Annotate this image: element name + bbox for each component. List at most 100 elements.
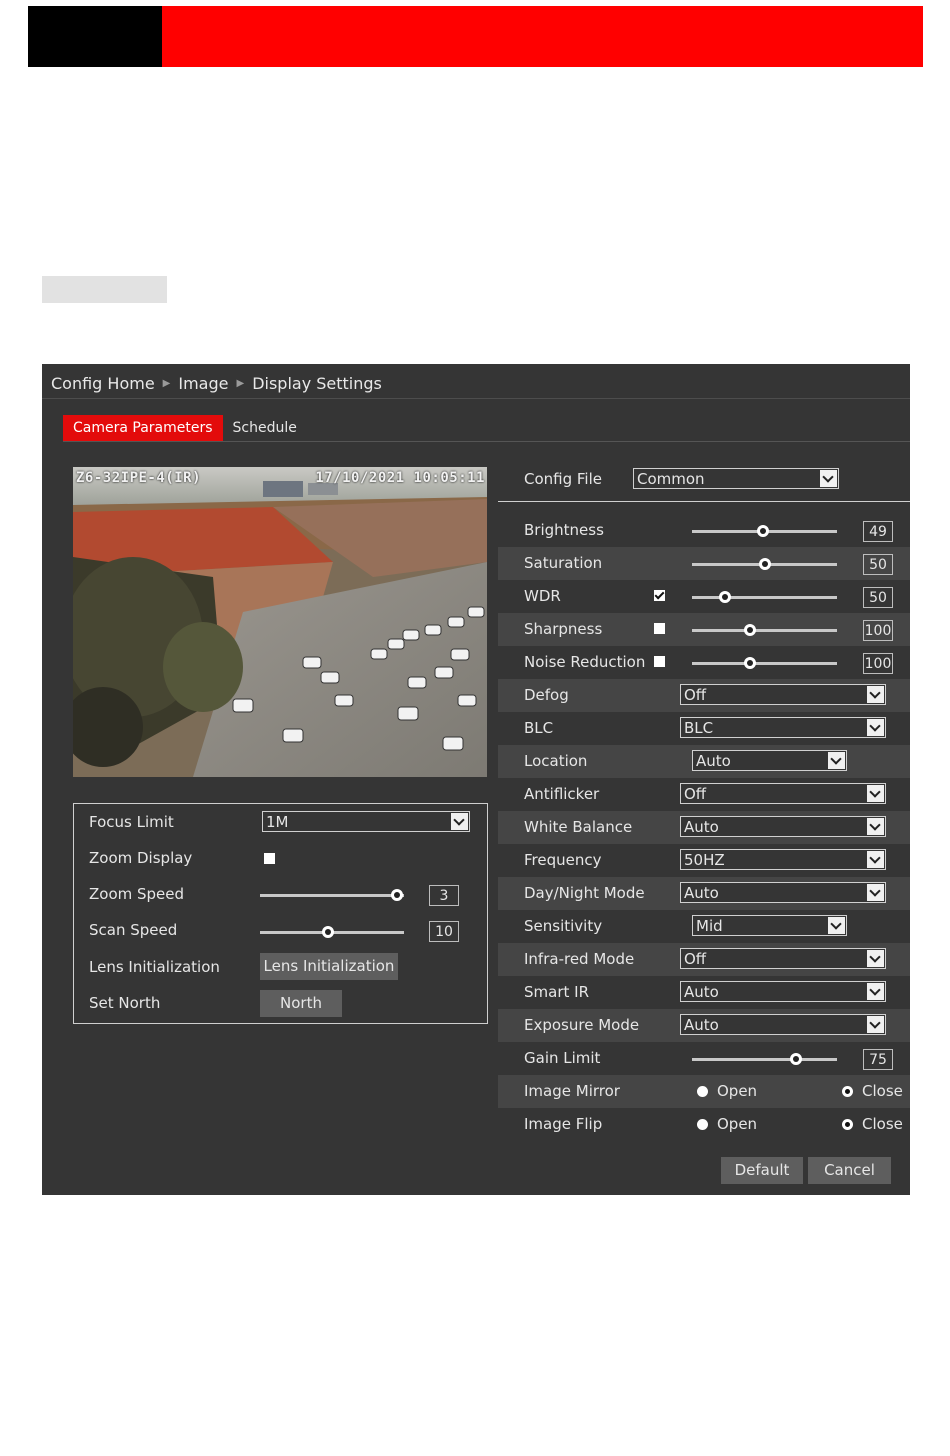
day-night-mode-label: Day/Night Mode: [524, 884, 645, 902]
image-mirror-close-radio[interactable]: [842, 1086, 853, 1097]
config-file-value: Common: [637, 470, 705, 488]
exposure-mode-select[interactable]: Auto: [680, 1014, 886, 1035]
sharpness-row: Sharpness 100: [498, 613, 910, 646]
image-flip-close-label[interactable]: Close: [862, 1115, 903, 1133]
breadcrumb-arrow-icon: ▶: [236, 378, 245, 389]
exposure-mode-value: Auto: [684, 1016, 719, 1034]
chevron-down-icon: [867, 719, 884, 736]
defog-select[interactable]: Off: [680, 684, 886, 705]
sharpness-slider-track[interactable]: [692, 629, 837, 632]
breadcrumb-arrow-icon: ▶: [162, 378, 171, 389]
scan-speed-slider-handle[interactable]: [321, 926, 334, 938]
smart-ir-label: Smart IR: [524, 983, 589, 1001]
scan-speed-value[interactable]: 10: [429, 921, 459, 942]
blc-row: BLC BLC: [498, 712, 910, 745]
white-balance-select[interactable]: Auto: [680, 816, 886, 837]
gain-limit-slider-track[interactable]: [692, 1058, 837, 1061]
saturation-label: Saturation: [524, 554, 603, 572]
frequency-select[interactable]: 50HZ: [680, 849, 886, 870]
infrared-mode-select[interactable]: Off: [680, 948, 886, 969]
gain-limit-row: Gain Limit 75: [498, 1042, 910, 1075]
white-balance-label: White Balance: [524, 818, 633, 836]
saturation-value[interactable]: 50: [863, 554, 893, 575]
infrared-mode-row: Infra-red Mode Off: [498, 943, 910, 976]
breadcrumb-display-settings: Display Settings: [252, 374, 382, 393]
antiflicker-select[interactable]: Off: [680, 783, 886, 804]
wdr-label: WDR: [524, 587, 561, 605]
blc-select[interactable]: BLC: [680, 717, 886, 738]
chevron-down-icon: [451, 813, 468, 830]
chevron-down-icon: [867, 686, 884, 703]
day-night-mode-row: Day/Night Mode Auto: [498, 877, 910, 910]
gain-limit-value[interactable]: 75: [863, 1049, 893, 1070]
frequency-value: 50HZ: [684, 851, 725, 869]
zoom-speed-label: Zoom Speed: [89, 885, 185, 903]
location-select[interactable]: Auto: [692, 750, 847, 771]
chevron-down-icon: [867, 818, 884, 835]
tab-camera-parameters[interactable]: Camera Parameters: [63, 415, 223, 441]
lens-initialization-button[interactable]: Lens Initialization: [260, 953, 398, 980]
sharpness-value[interactable]: 100: [863, 620, 893, 641]
noise-reduction-checkbox[interactable]: [654, 656, 665, 667]
chevron-down-icon: [867, 785, 884, 802]
tab-schedule[interactable]: Schedule: [223, 415, 307, 441]
infrared-mode-label: Infra-red Mode: [524, 950, 635, 968]
sensitivity-label: Sensitivity: [524, 917, 603, 935]
image-mirror-row: Image Mirror Open Close: [498, 1075, 910, 1108]
lens-init-label: Lens Initialization: [89, 958, 220, 976]
cancel-button[interactable]: Cancel: [808, 1157, 891, 1184]
set-north-row: Set North: [89, 988, 160, 1018]
zoom-speed-slider-handle[interactable]: [390, 889, 403, 901]
image-flip-label: Image Flip: [524, 1115, 603, 1133]
brightness-value[interactable]: 49: [863, 521, 893, 542]
image-flip-open-label[interactable]: Open: [717, 1115, 757, 1133]
config-file-divider: [498, 501, 910, 502]
wdr-checkbox[interactable]: [654, 590, 665, 601]
osd-timestamp: 17/10/2021 10:05:11: [315, 470, 485, 486]
osd-camera-name: Z6-32IPE-4(IR): [76, 470, 202, 486]
saturation-slider-handle[interactable]: [758, 558, 771, 570]
wdr-slider-handle[interactable]: [719, 591, 732, 603]
breadcrumb-config-home[interactable]: Config Home: [51, 374, 155, 393]
smart-ir-value: Auto: [684, 983, 719, 1001]
brightness-row: Brightness 49: [498, 514, 910, 547]
zoom-display-checkbox[interactable]: [264, 853, 275, 864]
image-mirror-open-radio[interactable]: [697, 1086, 708, 1097]
sensitivity-select[interactable]: Mid: [692, 915, 847, 936]
gain-limit-slider-handle[interactable]: [790, 1053, 803, 1065]
breadcrumb-image[interactable]: Image: [178, 374, 228, 393]
noise-reduction-slider-track[interactable]: [692, 662, 837, 665]
zoom-speed-value[interactable]: 3: [429, 885, 459, 906]
brightness-slider-handle[interactable]: [757, 525, 770, 537]
focus-limit-select[interactable]: 1M: [262, 811, 470, 832]
set-north-label: Set North: [89, 994, 161, 1012]
config-file-label: Config File: [524, 470, 602, 488]
image-flip-close-radio[interactable]: [842, 1119, 853, 1130]
zoom-speed-slider-track[interactable]: [260, 894, 404, 897]
focus-limit-label: Focus Limit: [89, 813, 174, 831]
wdr-slider-track[interactable]: [692, 596, 837, 599]
exposure-mode-row: Exposure Mode Auto: [498, 1009, 910, 1042]
chevron-down-icon: [867, 983, 884, 1000]
focus-limit-value: 1M: [266, 813, 289, 831]
smart-ir-select[interactable]: Auto: [680, 981, 886, 1002]
infrared-mode-value: Off: [684, 950, 707, 968]
image-flip-open-radio[interactable]: [697, 1119, 708, 1130]
location-value: Auto: [696, 752, 731, 770]
image-mirror-open-label[interactable]: Open: [717, 1082, 757, 1100]
image-flip-row: Image Flip Open Close: [498, 1108, 910, 1141]
gain-limit-label: Gain Limit: [524, 1049, 601, 1067]
noise-reduction-slider-handle[interactable]: [744, 657, 756, 669]
sharpness-checkbox[interactable]: [654, 623, 665, 634]
sharpness-slider-handle[interactable]: [744, 624, 756, 636]
lens-control-box: Focus Limit 1M Zoom Display Zoom Speed 3…: [73, 803, 488, 1024]
wdr-value[interactable]: 50: [863, 587, 893, 608]
default-button[interactable]: Default: [721, 1157, 803, 1184]
config-file-select[interactable]: Common: [633, 468, 839, 489]
image-mirror-close-label[interactable]: Close: [862, 1082, 903, 1100]
north-button[interactable]: North: [260, 990, 342, 1017]
gray-placeholder-bar: [42, 276, 167, 303]
noise-reduction-value[interactable]: 100: [863, 653, 893, 674]
day-night-mode-select[interactable]: Auto: [680, 882, 886, 903]
zoom-display-label: Zoom Display: [89, 849, 193, 867]
